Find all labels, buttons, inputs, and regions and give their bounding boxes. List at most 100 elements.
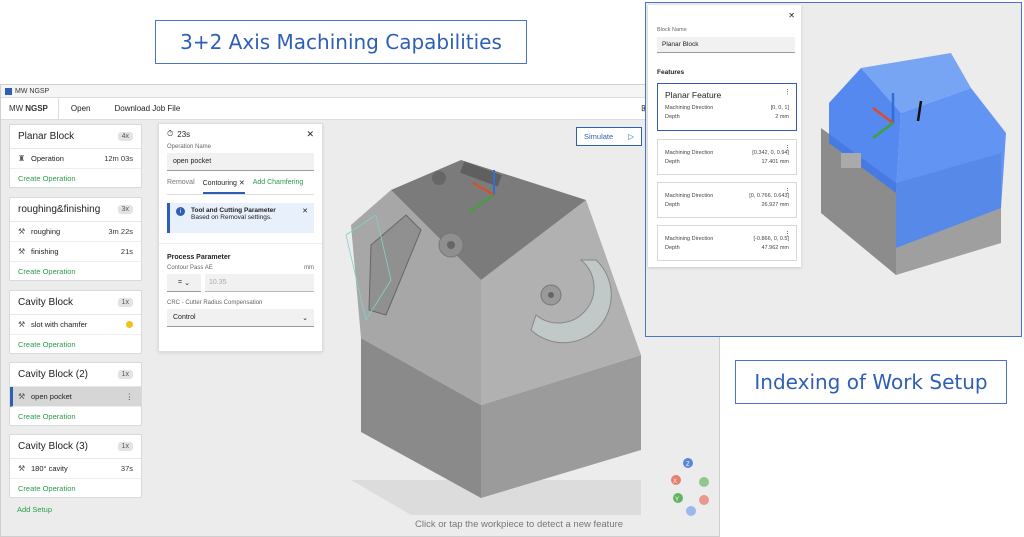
setup-card[interactable]: Cavity Block 1x ⚒ slot with chamfer Crea…: [9, 290, 142, 354]
tab-add-chamfering[interactable]: Add Chamfering: [253, 179, 304, 194]
hole-feature: [432, 171, 446, 185]
menu-open[interactable]: Open: [59, 104, 103, 113]
depth-value: 47.962 mm: [761, 244, 789, 251]
operation-time: 37s: [120, 464, 133, 473]
info-body: Based on Removal settings.: [191, 214, 272, 221]
close-icon[interactable]: ✕: [788, 11, 795, 20]
close-tab-icon[interactable]: ✕: [239, 180, 245, 187]
menu-bar: MW NGSP Open Download Job File ⊞: [1, 98, 719, 120]
setup-count-badge: 1x: [117, 298, 133, 307]
feature-depth-row: Depth 2 mm: [658, 112, 796, 121]
axis-label-y: Y: [675, 497, 679, 503]
dismiss-icon[interactable]: ✕: [302, 207, 308, 215]
features-heading: Features: [657, 69, 685, 76]
setup-card[interactable]: roughing&finishing 3x ⚒ roughing 3m 22s …: [9, 197, 142, 281]
create-operation-link[interactable]: Create Operation: [10, 479, 141, 497]
create-operation-link[interactable]: Create Operation: [10, 169, 141, 187]
app-logo-icon: [5, 87, 12, 95]
brand-prefix: MW: [9, 104, 24, 113]
inset-step-feature: [841, 153, 861, 168]
tab-contouring[interactable]: Contouring ✕: [202, 179, 245, 194]
feature-depth-row: Depth 47.962 mm: [658, 243, 796, 252]
inset-viewport-3d[interactable]: [801, 3, 1022, 337]
operator-value: =: [178, 279, 183, 286]
operation-name: 180° cavity: [31, 464, 68, 473]
axis-label-z: Z: [686, 462, 690, 468]
operation-row[interactable]: ⚒ 180° cavity 37s: [10, 459, 141, 479]
chevron-down-icon: ⌄: [302, 314, 308, 322]
feature-card[interactable]: ⋮ Machining Direction [-0.866, 0, 0.5] De…: [657, 225, 797, 261]
depth-label: Depth: [665, 201, 680, 208]
setup-card-header[interactable]: Planar Block 4x: [10, 125, 141, 149]
caption-3plus2-axis: 3+2 Axis Machining Capabilities: [155, 20, 527, 64]
view-cube-dot[interactable]: [699, 477, 709, 487]
operation-row-active[interactable]: ⚒ open pocket ⋮: [10, 387, 141, 407]
depth-label: Depth: [665, 113, 680, 120]
operation-row[interactable]: ⚒ slot with chamfer: [10, 315, 141, 335]
stopwatch-icon: ⏱: [167, 129, 174, 138]
operation-name: finishing: [31, 247, 59, 256]
setup-card-header[interactable]: Cavity Block 1x: [10, 291, 141, 315]
contour-pass-input[interactable]: 10.35: [205, 274, 314, 292]
axis-label-x: X: [673, 479, 677, 485]
feature-card[interactable]: ⋮ Machining Direction [0, 0.766, 0.643] D…: [657, 182, 797, 218]
setup-card-header[interactable]: Cavity Block (2) 1x: [10, 363, 141, 387]
crc-select[interactable]: Control ⌄: [167, 309, 314, 327]
direction-label: Machining Direction: [665, 104, 714, 111]
simulate-button[interactable]: Simulate ▷: [576, 127, 642, 146]
setup-card[interactable]: Planar Block 4x ♜ Operation 12m 03s Crea…: [9, 124, 142, 188]
setup-card[interactable]: Cavity Block (3) 1x ⚒ 180° cavity 37s Cr…: [9, 434, 142, 498]
feature-card[interactable]: ⋮ Machining Direction [0.342, 0, 0.94] De…: [657, 139, 797, 175]
tab-removal[interactable]: Removal: [167, 179, 195, 194]
setup-count-badge: 3x: [117, 205, 133, 214]
setup-title: Planar Block: [18, 131, 75, 142]
app-window: MW NGSP MW NGSP Open Download Job File ⊞: [0, 84, 720, 537]
feature-properties-panel: ✕ Block Name Planar Block Features ⋮ Pla…: [648, 5, 801, 267]
setup-card-header[interactable]: Cavity Block (3) 1x: [10, 435, 141, 459]
view-cube-dot-2[interactable]: [699, 495, 709, 505]
feature-depth-row: Depth 17.401 mm: [658, 157, 796, 166]
operation-panel-header: ⏱ 23s ✕: [159, 124, 322, 144]
play-icon: ▷: [628, 132, 634, 141]
setup-card-header[interactable]: roughing&finishing 3x: [10, 198, 141, 222]
more-options-icon[interactable]: ⋮: [126, 392, 134, 401]
setup-card[interactable]: Cavity Block (2) 1x ⚒ open pocket ⋮ Crea…: [9, 362, 142, 426]
info-title: Tool and Cutting Parameter: [191, 207, 276, 214]
menu-download-job-file[interactable]: Download Job File: [102, 104, 192, 113]
contour-pass-label-row: Contour Pass AE mm: [159, 265, 322, 271]
operation-name: open pocket: [31, 392, 72, 401]
setup-title: roughing&finishing: [18, 204, 101, 215]
setup-count-badge: 1x: [117, 370, 133, 379]
depth-value: 2 mm: [775, 113, 789, 120]
operation-name-field[interactable]: open pocket: [167, 153, 314, 171]
more-options-icon[interactable]: ⋮: [784, 144, 791, 152]
setup-title: Cavity Block (2): [18, 369, 89, 380]
direction-label: Machining Direction: [665, 235, 714, 242]
operation-row[interactable]: ⚒ finishing 21s: [10, 242, 141, 262]
viewport-hint: Click or tap the workpiece to detect a n…: [415, 519, 624, 530]
close-icon[interactable]: ✕: [306, 129, 314, 140]
feature-card-selected[interactable]: ⋮ Planar Feature Machining Direction [0, …: [657, 83, 797, 131]
view-cube-dot-3[interactable]: [686, 506, 696, 516]
more-options-icon[interactable]: ⋮: [784, 230, 791, 238]
contour-pass-input-row: = ⌄ 10.35: [167, 274, 314, 292]
more-options-icon[interactable]: ⋮: [784, 187, 791, 195]
operation-panel: ⏱ 23s ✕ Operation Name open pocket Remov…: [158, 123, 323, 352]
process-parameter-heading: Process Parameter: [159, 243, 322, 265]
tool-icon: ⚒: [18, 320, 26, 329]
add-setup-link[interactable]: Add Setup: [17, 505, 52, 514]
operator-select[interactable]: = ⌄: [167, 274, 201, 292]
depth-value: 17.401 mm: [761, 158, 789, 165]
create-operation-link[interactable]: Create Operation: [10, 262, 141, 280]
feature-direction-row: Machining Direction [0.342, 0, 0.94]: [658, 148, 796, 157]
operation-duration: 23s: [177, 129, 191, 139]
more-options-icon[interactable]: ⋮: [784, 88, 791, 96]
create-operation-link[interactable]: Create Operation: [10, 335, 141, 353]
operation-row[interactable]: ♜ Operation 12m 03s: [10, 149, 141, 169]
block-name-field[interactable]: Planar Block: [657, 37, 795, 53]
create-operation-link[interactable]: Create Operation: [10, 407, 141, 425]
operation-time: 21s: [120, 247, 133, 256]
operation-row[interactable]: ⚒ roughing 3m 22s: [10, 222, 141, 242]
setup-count-badge: 1x: [117, 442, 133, 451]
face-mill-icon: ♜: [18, 154, 26, 163]
